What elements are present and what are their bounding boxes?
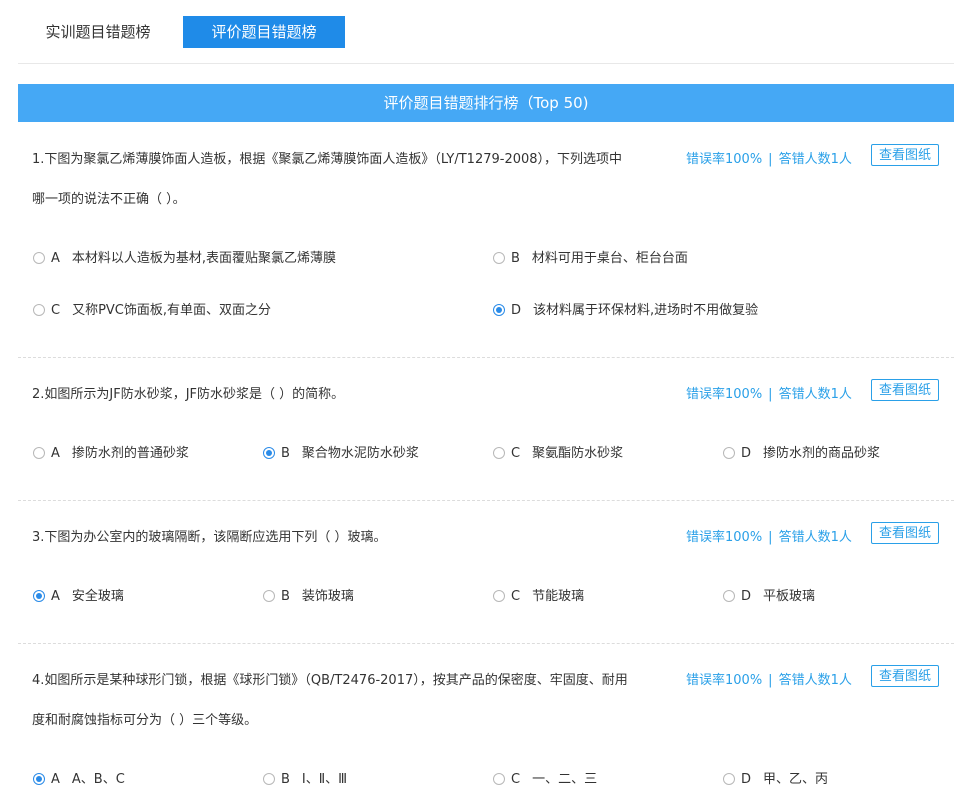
option-letter: C — [51, 303, 61, 318]
option-letter: C — [511, 772, 521, 787]
radio-icon[interactable] — [723, 447, 735, 459]
option-text: 节能玻璃 — [532, 589, 585, 604]
option-d[interactable]: D 掺防水剂的商品砂浆 — [723, 444, 880, 464]
wrong-count: 答错人数1人 — [778, 673, 852, 688]
option-b[interactable]: B 材料可用于桌台、柜台台面 — [493, 249, 688, 269]
option-letter: B — [281, 446, 290, 461]
error-rate: 错误率100% — [686, 673, 763, 688]
option-text: 安全玻璃 — [71, 589, 124, 604]
view-drawing-button[interactable]: 查看图纸 — [871, 379, 939, 401]
radio-icon[interactable] — [723, 773, 735, 785]
option-text: 装饰玻璃 — [301, 589, 354, 604]
question-card: 4.如图所示是某种球形门锁，根据《球形门锁》（QB/T2476-2017），按其… — [18, 643, 954, 810]
tab-evaluation-wrong-questions[interactable]: 评价题目错题榜 — [183, 16, 345, 48]
option-text: 聚氨酯防水砂浆 — [532, 446, 624, 461]
option-text: A、B、C — [71, 772, 125, 787]
option-b[interactable]: B 聚合物水泥防水砂浆 — [263, 444, 419, 464]
stats-divider: | — [768, 152, 773, 167]
option-letter: A — [51, 589, 60, 604]
radio-icon[interactable] — [723, 590, 735, 602]
option-letter: D — [741, 446, 752, 461]
option-text: 甲、乙、丙 — [763, 772, 829, 787]
radio-icon[interactable] — [263, 773, 275, 785]
question-text: 3.下图为办公室内的玻璃隔断，该隔断应选用下列（ ）玻璃。 — [32, 530, 387, 545]
question-text: 2.如图所示为JF防水砂浆，JF防水砂浆是（ ）的简称。 — [32, 387, 345, 402]
option-text: 掺防水剂的商品砂浆 — [763, 446, 881, 461]
option-letter: A — [51, 772, 60, 787]
error-rate: 错误率100% — [686, 530, 763, 545]
radio-icon[interactable] — [33, 252, 45, 264]
wrong-count: 答错人数1人 — [778, 530, 852, 545]
option-text: Ⅰ、Ⅱ、Ⅲ — [301, 772, 348, 787]
option-a[interactable]: A 安全玻璃 — [33, 587, 124, 607]
radio-selected-icon[interactable] — [493, 304, 505, 316]
question-stats: 错误率100% | 答错人数1人 — [686, 148, 852, 167]
wrong-count: 答错人数1人 — [778, 152, 852, 167]
view-drawing-button[interactable]: 查看图纸 — [871, 665, 939, 687]
option-d[interactable]: D 该材料属于环保材料,进场时不用做复验 — [493, 301, 758, 321]
radio-icon[interactable] — [493, 447, 505, 459]
stats-divider: | — [768, 387, 773, 402]
question-text: 4.如图所示是某种球形门锁，根据《球形门锁》（QB/T2476-2017），按其… — [32, 673, 628, 728]
error-rate: 错误率100% — [686, 152, 763, 167]
option-letter: B — [511, 251, 520, 266]
radio-icon[interactable] — [493, 252, 505, 264]
option-letter: A — [51, 251, 60, 266]
radio-selected-icon[interactable] — [33, 773, 45, 785]
option-letter: D — [741, 772, 752, 787]
radio-icon[interactable] — [263, 590, 275, 602]
question-stats: 错误率100% | 答错人数1人 — [686, 383, 852, 402]
option-text: 掺防水剂的普通砂浆 — [71, 446, 189, 461]
option-b[interactable]: B 装饰玻璃 — [263, 587, 354, 607]
option-a[interactable]: A 掺防水剂的普通砂浆 — [33, 444, 189, 464]
option-letter: B — [281, 772, 290, 787]
option-text: 材料可用于桌台、柜台台面 — [531, 251, 688, 266]
option-letter: D — [741, 589, 752, 604]
question-stats: 错误率100% | 答错人数1人 — [686, 669, 852, 688]
question-stats: 错误率100% | 答错人数1人 — [686, 526, 852, 545]
radio-icon[interactable] — [33, 304, 45, 316]
option-a[interactable]: A 本材料以人造板为基材,表面覆贴聚氯乙烯薄膜 — [33, 249, 336, 269]
question-card: 3.下图为办公室内的玻璃隔断，该隔断应选用下列（ ）玻璃。 错误率100% | 答错… — [18, 500, 954, 644]
wrong-count: 答错人数1人 — [778, 387, 852, 402]
option-a[interactable]: A A、B、C — [33, 770, 125, 790]
option-c[interactable]: C 一、二、三 — [493, 770, 597, 790]
option-text: 一、二、三 — [532, 772, 598, 787]
option-d[interactable]: D 甲、乙、丙 — [723, 770, 828, 790]
error-rate: 错误率100% — [686, 387, 763, 402]
radio-icon[interactable] — [33, 447, 45, 459]
radio-icon[interactable] — [493, 773, 505, 785]
question-text: 1.下图为聚氯乙烯薄膜饰面人造板，根据《聚氯乙烯薄膜饰面人造板》（LY/T127… — [32, 152, 623, 207]
option-letter: C — [511, 446, 521, 461]
option-text: 又称PVC饰面板,有单面、双面之分 — [72, 303, 272, 318]
stats-divider: | — [768, 673, 773, 688]
ranking-banner: 评价题目错题排行榜（Top 50) — [18, 84, 954, 122]
question-card: 1.下图为聚氯乙烯薄膜饰面人造板，根据《聚氯乙烯薄膜饰面人造板》（LY/T127… — [18, 122, 954, 358]
option-d[interactable]: D 平板玻璃 — [723, 587, 815, 607]
option-b[interactable]: B Ⅰ、Ⅱ、Ⅲ — [263, 770, 347, 790]
view-drawing-button[interactable]: 查看图纸 — [871, 144, 939, 166]
option-text: 本材料以人造板为基材,表面覆贴聚氯乙烯薄膜 — [71, 251, 337, 266]
option-c[interactable]: C 又称PVC饰面板,有单面、双面之分 — [33, 301, 271, 321]
tab-training-wrong-questions[interactable]: 实训题目错题榜 — [18, 16, 178, 48]
question-card: 2.如图所示为JF防水砂浆，JF防水砂浆是（ ）的简称。 错误率100% | 答错人… — [18, 357, 954, 501]
radio-icon[interactable] — [493, 590, 505, 602]
view-drawing-button[interactable]: 查看图纸 — [871, 522, 939, 544]
option-letter: B — [281, 589, 290, 604]
option-c[interactable]: C 聚氨酯防水砂浆 — [493, 444, 623, 464]
option-letter: A — [51, 446, 60, 461]
stats-divider: | — [768, 530, 773, 545]
option-text: 聚合物水泥防水砂浆 — [301, 446, 419, 461]
option-letter: C — [511, 589, 521, 604]
tab-bar: 实训题目错题榜 评价题目错题榜 — [18, 16, 954, 64]
option-text: 该材料属于环保材料,进场时不用做复验 — [533, 303, 759, 318]
option-text: 平板玻璃 — [763, 589, 816, 604]
radio-selected-icon[interactable] — [33, 590, 45, 602]
option-letter: D — [511, 303, 522, 318]
option-c[interactable]: C 节能玻璃 — [493, 587, 584, 607]
radio-selected-icon[interactable] — [263, 447, 275, 459]
